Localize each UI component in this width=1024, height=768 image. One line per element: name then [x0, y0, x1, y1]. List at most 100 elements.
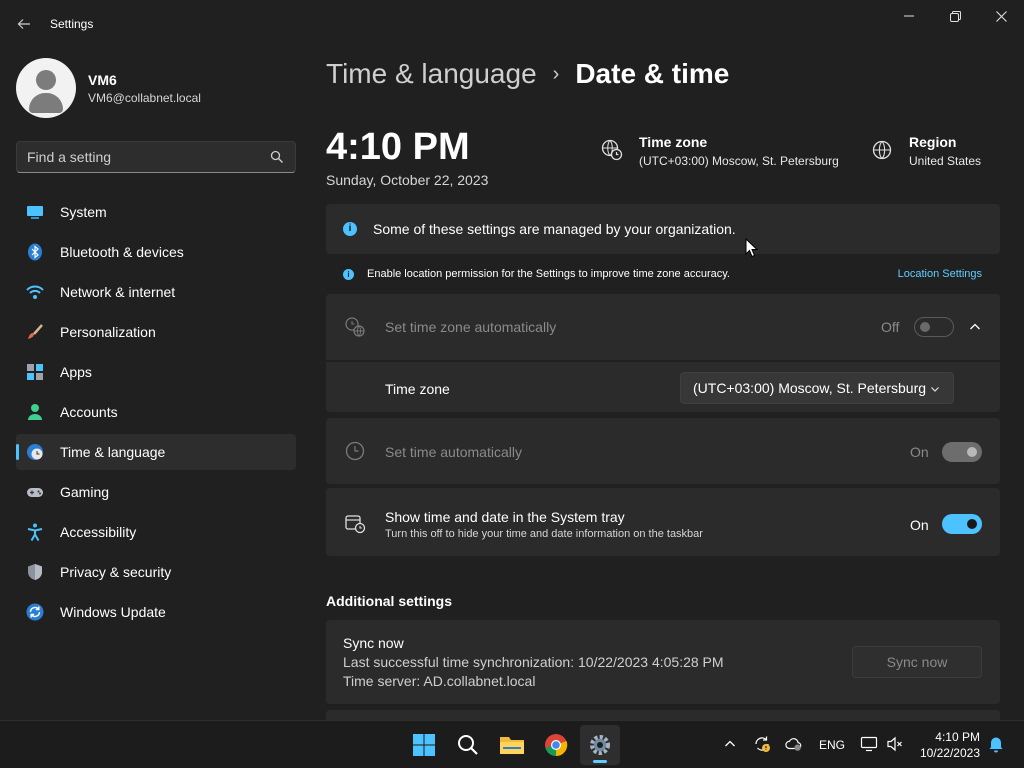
breadcrumb-parent[interactable]: Time & language — [326, 58, 537, 90]
chevron-down-icon — [931, 387, 939, 392]
minimize-icon — [904, 15, 914, 17]
sidebar-item-personalization[interactable]: Personalization — [16, 314, 296, 350]
page-title: Date & time — [575, 58, 730, 89]
auto-time-label: Set time automatically — [385, 444, 522, 460]
auto-time-setting: Set time automatically On — [326, 418, 1000, 484]
show-hidden-icons-button[interactable] — [721, 735, 739, 753]
timezone-dropdown-value: (UTC+03:00) Moscow, St. Petersburg — [693, 380, 927, 396]
sidebar-item-label: Network & internet — [60, 284, 176, 300]
auto-time-state: On — [910, 444, 929, 460]
region-summary: Region United States — [870, 132, 1010, 172]
sidebar-item-time-language[interactable]: Time & language — [16, 434, 296, 470]
accessibility-icon — [27, 523, 43, 541]
taskbar-clock-time[interactable]: 4:10 PM — [935, 730, 980, 744]
restore-icon — [949, 10, 961, 22]
taskbar-clock-date[interactable]: 10/22/2023 — [920, 746, 980, 760]
region-summary-value: United States — [909, 154, 982, 168]
apps-icon — [27, 364, 43, 380]
restore-button[interactable] — [932, 0, 978, 32]
managed-by-organization-banner: i Some of these settings are managed by … — [326, 204, 1000, 254]
file-explorer-button[interactable] — [492, 725, 532, 765]
sidebar-item-label: Windows Update — [60, 604, 166, 620]
close-button[interactable] — [978, 0, 1024, 32]
start-button[interactable] — [404, 725, 444, 765]
search-box[interactable] — [16, 141, 296, 173]
monitor-icon — [860, 736, 878, 752]
sidebar-item-accessibility[interactable]: Accessibility — [16, 514, 296, 550]
globe-clock-icon — [27, 444, 43, 460]
sidebar-item-label: Accounts — [60, 404, 118, 420]
timezone-summary: Time zone (UTC+03:00) Moscow, St. Peters… — [600, 132, 840, 172]
sync-now-button[interactable]: Sync now — [852, 646, 982, 678]
speaker-muted-icon — [887, 736, 902, 752]
sidebar-item-network[interactable]: Network & internet — [16, 274, 296, 310]
sidebar-item-accounts[interactable]: Accounts — [16, 394, 296, 430]
location-settings-link[interactable]: Location Settings — [898, 268, 982, 280]
windows-logo-icon — [413, 734, 435, 756]
timezone-setting: Time zone (UTC+03:00) Moscow, St. Peters… — [326, 362, 1000, 412]
taskbar-search-button[interactable] — [448, 725, 488, 765]
sidebar-item-label: Bluetooth & devices — [60, 244, 184, 260]
sync-status-tray-icon[interactable] — [753, 735, 771, 753]
shield-icon — [28, 564, 42, 580]
auto-time-toggle[interactable] — [942, 442, 982, 462]
volume-tray-icon[interactable] — [886, 735, 904, 753]
clock-icon — [345, 441, 365, 461]
sidebar-item-system[interactable]: System — [16, 194, 296, 230]
minimize-button[interactable] — [886, 0, 932, 32]
onedrive-tray-icon[interactable] — [785, 735, 803, 753]
close-icon — [995, 10, 1007, 22]
search-icon[interactable] — [269, 149, 285, 165]
info-icon: i — [343, 269, 354, 280]
sync-alert-icon — [755, 736, 770, 752]
back-button[interactable] — [12, 10, 36, 38]
current-date: Sunday, October 22, 2023 — [326, 172, 489, 188]
sidebar-item-bluetooth[interactable]: Bluetooth & devices — [16, 234, 296, 270]
search-input[interactable] — [27, 148, 267, 166]
info-icon: i — [343, 222, 357, 236]
update-icon — [26, 603, 44, 621]
sidebar-item-apps[interactable]: Apps — [16, 354, 296, 390]
sidebar: VM6 VM6@collabnet.local System Bluetooth… — [0, 48, 312, 720]
search-icon — [458, 735, 478, 755]
title-bar: Settings — [0, 0, 1024, 48]
person-icon — [28, 404, 42, 420]
breadcrumb-chevron-icon: › — [552, 62, 560, 85]
bluetooth-icon — [28, 243, 42, 261]
auto-timezone-toggle[interactable] — [914, 317, 954, 337]
avatar-body-shape — [29, 93, 63, 113]
sidebar-item-label: Time & language — [60, 444, 166, 460]
system-icon — [27, 206, 43, 219]
settings-app-button[interactable] — [580, 725, 620, 765]
input-language-indicator[interactable]: ENG — [819, 738, 845, 752]
tray-time-toggle[interactable] — [942, 514, 982, 534]
tray-time-description: Turn this off to hide your time and date… — [385, 528, 703, 540]
tray-time-state: On — [910, 517, 929, 533]
bell-icon — [989, 737, 1003, 753]
auto-timezone-label: Set time zone automatically — [385, 319, 557, 335]
sync-now-setting: Sync now Last successful time synchroniz… — [326, 620, 1000, 704]
taskbar: ENG 4:10 PM 10/22/2023 — [0, 720, 1024, 768]
tray-time-setting: Show time and date in the System tray Tu… — [326, 488, 1000, 556]
sidebar-item-label: Personalization — [60, 324, 156, 340]
sidebar-item-windows-update[interactable]: Windows Update — [16, 594, 296, 630]
toggle-knob — [967, 519, 977, 529]
collapse-button[interactable] — [965, 317, 985, 337]
user-email: VM6@collabnet.local — [88, 91, 201, 105]
sidebar-item-label: Apps — [60, 364, 92, 380]
calendar-clock-icon — [345, 515, 366, 534]
network-tray-icon[interactable] — [860, 735, 878, 753]
chrome-button[interactable] — [536, 725, 576, 765]
avatar[interactable] — [16, 58, 76, 118]
sidebar-item-label: Gaming — [60, 484, 110, 500]
sidebar-item-gaming[interactable]: Gaming — [16, 474, 296, 510]
brush-icon — [28, 324, 43, 339]
current-time: 4:10 PM — [326, 126, 470, 168]
mouse-cursor-icon — [745, 238, 759, 258]
chrome-icon — [545, 734, 568, 757]
chevron-up-icon — [725, 740, 735, 747]
main-content: Time & language › Date & time 4:10 PM Su… — [312, 48, 1024, 720]
sidebar-item-privacy[interactable]: Privacy & security — [16, 554, 296, 590]
notifications-button[interactable] — [987, 735, 1005, 753]
timezone-dropdown[interactable]: (UTC+03:00) Moscow, St. Petersburg — [680, 372, 954, 404]
